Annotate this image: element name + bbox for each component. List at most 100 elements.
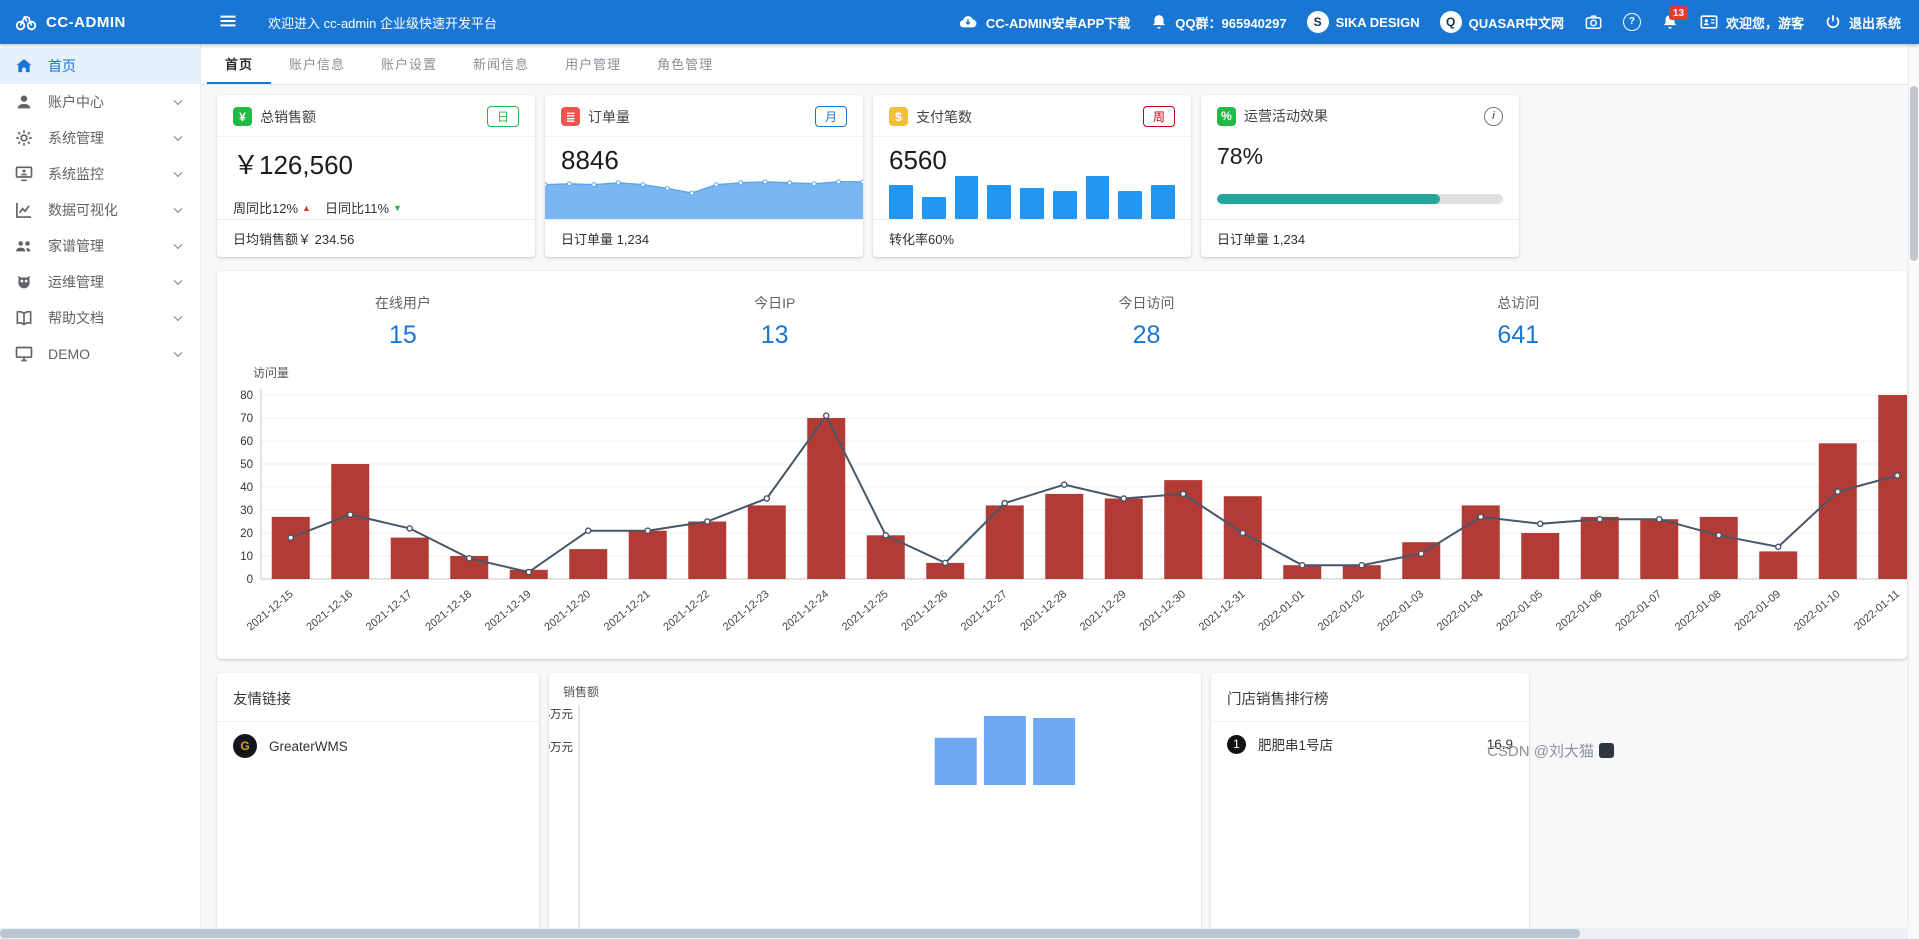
svg-text:60: 60	[240, 436, 253, 448]
tab-3[interactable]: 新闻信息	[455, 44, 547, 84]
content-scroll-area: ¥ 总销售额 日 ￥126,560 周同比12% ▲ 日同比11% ▼ 日均销售…	[201, 85, 1919, 939]
friend-link-label: GreaterWMS	[269, 738, 348, 754]
overview-stat-value[interactable]: 13	[589, 321, 961, 350]
sidebar-item-desktop[interactable]: DEMO	[0, 336, 200, 372]
svg-text:2022-01-08: 2022-01-08	[1673, 588, 1724, 633]
svg-text:2021-12-28: 2021-12-28	[1018, 588, 1069, 633]
tab-5[interactable]: 角色管理	[639, 44, 731, 84]
help-button[interactable]: ?	[1622, 13, 1641, 31]
tab-bar: 首页 账户信息 账户设置 新闻信息 用户管理 角色管理	[201, 44, 1919, 85]
stat-card-sales: ¥ 总销售额 日 ￥126,560 周同比12% ▲ 日同比11% ▼ 日均销售…	[217, 95, 535, 257]
svg-text:2022-01-04: 2022-01-04	[1435, 588, 1486, 633]
svg-text:2021-12-22: 2021-12-22	[661, 588, 712, 633]
svg-text:80: 80	[240, 390, 253, 402]
overview-stat-value[interactable]: 15	[217, 321, 589, 350]
tab-2[interactable]: 账户设置	[363, 44, 455, 84]
svg-text:2021-12-31: 2021-12-31	[1197, 588, 1248, 633]
overview-stat-value[interactable]: 641	[1332, 321, 1704, 350]
sidebar-item-home[interactable]: 首页	[0, 48, 200, 84]
payments-value: 6560	[889, 145, 947, 175]
store-rank-list: 1 肥肥串1号店 16.9	[1211, 722, 1529, 766]
card-footer: 转化率60%	[873, 219, 1191, 257]
sidebar-item-people[interactable]: 家谱管理	[0, 228, 200, 264]
overview-stat-label: 在线用户	[374, 295, 431, 311]
payment-bar	[1118, 191, 1143, 219]
stat-card-payments: $ 支付笔数 周 6560 转化率60%	[873, 95, 1191, 257]
sidebar-item-label: 系统管理	[48, 130, 104, 146]
svg-text:70: 70	[240, 413, 253, 425]
sidebar-item-gear[interactable]: 系统管理	[0, 120, 200, 156]
notification-badge: 13	[1668, 6, 1688, 20]
svg-text:0万元: 0万元	[549, 742, 573, 754]
overview-stat-value[interactable]: 28	[961, 321, 1333, 350]
friend-links-list: G GreaterWMS	[217, 722, 539, 770]
brand[interactable]: CC-ADMIN	[0, 10, 200, 34]
logout-button[interactable]: 退出系统	[1824, 13, 1901, 32]
tab-4[interactable]: 用户管理	[547, 44, 639, 84]
svg-text:40: 40	[240, 482, 253, 494]
period-week-badge[interactable]: 周	[1142, 106, 1175, 127]
info-icon[interactable]: i	[1484, 106, 1503, 126]
visits-overview-card: 在线用户 15 今日IP 13 今日访问 28 总访问 641 访问量 0 10 20 30 40 50…	[217, 271, 1907, 659]
vertical-scrollbar-thumb[interactable]	[1910, 86, 1918, 261]
user-menu[interactable]: 欢迎您，游客	[1699, 12, 1804, 32]
book-icon	[14, 308, 34, 328]
sidebar-item-label: 数据可视化	[48, 202, 118, 218]
overview-stat: 在线用户 15	[217, 293, 589, 350]
sales-icon: ¥	[233, 107, 252, 126]
horizontal-scrollbar[interactable]	[0, 928, 1908, 939]
sidebar-item-monitor[interactable]: 系统监控	[0, 156, 200, 192]
payment-bar	[954, 176, 979, 219]
sidebar-item-label: 系统监控	[48, 166, 104, 182]
tab-1[interactable]: 账户信息	[271, 44, 363, 84]
svg-text:2021-12-26: 2021-12-26	[899, 588, 950, 633]
store-sales-chart: 5万元 0万元	[549, 705, 1076, 931]
chevron-down-icon	[170, 274, 186, 290]
tab-0[interactable]: 首页	[207, 44, 272, 84]
notifications-button[interactable]: 13	[1661, 6, 1688, 31]
sidebar: 首页账户中心系统管理系统监控数据可视化家谱管理运维管理帮助文档 DEMO	[0, 44, 201, 939]
svg-text:2021-12-19: 2021-12-19	[483, 588, 534, 633]
friend-links-card: 友情链接 G GreaterWMS	[217, 673, 539, 939]
sidebar-item-label: 帮助文档	[48, 310, 104, 326]
monitor-icon	[14, 164, 34, 184]
arrow-up-icon: ▲	[302, 202, 311, 213]
svg-text:2021-12-20: 2021-12-20	[542, 588, 593, 633]
screenshot-button[interactable]	[1584, 13, 1603, 32]
sidebar-item-owl[interactable]: 运维管理	[0, 264, 200, 300]
chevron-down-icon	[170, 202, 186, 218]
svg-text:2022-01-07: 2022-01-07	[1613, 588, 1664, 633]
period-day-badge[interactable]: 日	[486, 106, 519, 127]
cloud-download-icon	[957, 12, 979, 32]
vertical-scrollbar[interactable]	[1908, 44, 1919, 927]
horizontal-scrollbar-thumb[interactable]	[0, 929, 1580, 938]
sidebar-item-label: 首页	[48, 58, 76, 74]
sidebar-item-person[interactable]: 账户中心	[0, 84, 200, 120]
app-download-label: CC-ADMIN安卓APP下载	[985, 15, 1131, 31]
store-name: 肥肥串1号店	[1258, 738, 1334, 753]
hamburger-icon	[218, 11, 238, 31]
greaterwms-logo-icon: G	[233, 734, 257, 758]
sidebar-item-chart[interactable]: 数据可视化	[0, 192, 200, 228]
person-icon	[14, 92, 34, 112]
period-month-badge[interactable]: 月	[814, 106, 847, 127]
y-axis-title: 访问量	[253, 366, 290, 380]
sidebar-item-book[interactable]: 帮助文档	[0, 300, 200, 336]
menu-toggle-button[interactable]	[214, 7, 242, 38]
payment-bar	[987, 185, 1012, 219]
svg-text:2022-01-05: 2022-01-05	[1494, 588, 1545, 633]
quasar-link[interactable]: Q QUASAR中文网	[1439, 11, 1564, 33]
svg-text:2021-12-30: 2021-12-30	[1137, 588, 1188, 633]
sika-design-link[interactable]: S SIKA DESIGN	[1306, 11, 1420, 33]
friend-link-item[interactable]: G GreaterWMS	[217, 722, 539, 770]
chevron-down-icon	[170, 94, 186, 110]
sidebar-item-label: 家谱管理	[48, 238, 104, 254]
overview-stats-row: 在线用户 15 今日IP 13 今日访问 28 总访问 641	[217, 271, 1704, 350]
overview-stat: 今日访问 28	[961, 293, 1333, 350]
friend-links-title: 友情链接	[217, 673, 539, 722]
overview-stat: 总访问 641	[1332, 293, 1704, 350]
qq-group-link[interactable]: QQ群：965940297	[1150, 13, 1287, 32]
payment-bar	[1085, 176, 1110, 219]
app-download-link[interactable]: CC-ADMIN安卓APP下载	[957, 12, 1130, 32]
people-icon	[14, 236, 34, 256]
